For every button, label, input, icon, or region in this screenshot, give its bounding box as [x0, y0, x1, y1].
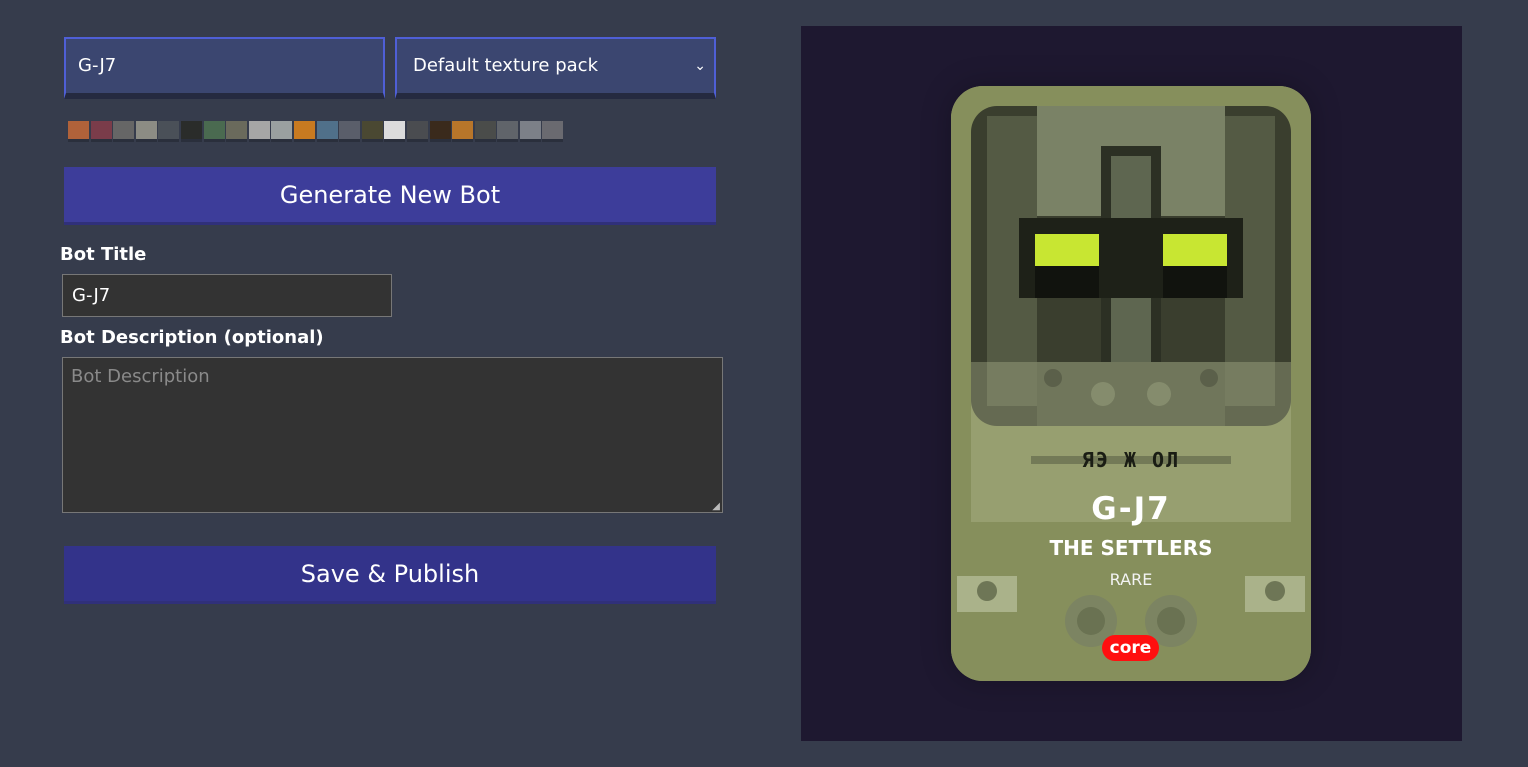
bot-card: ЯЭ Ж ОЛ G-J7 THE SETTLERS RARE core: [951, 86, 1311, 681]
card-bot-name: G-J7: [1091, 491, 1171, 527]
texture-swatch[interactable]: [158, 121, 180, 142]
texture-swatches: [68, 121, 565, 145]
texture-swatch[interactable]: [316, 121, 338, 142]
texture-swatch[interactable]: [226, 121, 248, 142]
card-core-badge: core: [1102, 635, 1159, 661]
texture-pack-selected: Default texture pack: [413, 55, 599, 76]
card-rarity: RARE: [1109, 570, 1153, 589]
texture-swatch[interactable]: [248, 121, 270, 142]
card-faction: THE SETTLERS: [1049, 536, 1213, 560]
editor-panel: G-J7 Default texture pack ⌄ Generate New…: [0, 0, 760, 767]
texture-pack-select[interactable]: Default texture pack ⌄: [395, 37, 716, 99]
bot-name-input[interactable]: G-J7: [64, 37, 385, 99]
bot-card-artwork: [951, 86, 1311, 681]
texture-swatch[interactable]: [429, 121, 451, 142]
texture-swatch[interactable]: [203, 121, 225, 142]
bot-title-label: Bot Title: [60, 244, 147, 265]
resize-handle-icon[interactable]: ◢: [712, 501, 720, 512]
texture-swatch[interactable]: [497, 121, 519, 142]
texture-swatch[interactable]: [542, 121, 564, 142]
texture-swatch[interactable]: [384, 121, 406, 142]
bot-title-input[interactable]: G-J7: [62, 274, 392, 317]
chevron-down-icon: ⌄: [694, 58, 706, 74]
texture-swatch[interactable]: [339, 121, 361, 142]
texture-swatch[interactable]: [135, 121, 157, 142]
texture-swatch[interactable]: [474, 121, 496, 142]
texture-swatch[interactable]: [271, 121, 293, 142]
texture-swatch[interactable]: [180, 121, 202, 142]
bot-preview-panel: ЯЭ Ж ОЛ G-J7 THE SETTLERS RARE core: [801, 26, 1462, 741]
bot-description-placeholder: Bot Description: [71, 366, 210, 387]
texture-swatch[interactable]: [113, 121, 135, 142]
texture-swatch[interactable]: [519, 121, 541, 142]
save-publish-button[interactable]: Save & Publish: [64, 546, 716, 604]
bot-description-label: Bot Description (optional): [60, 327, 324, 348]
texture-swatch[interactable]: [361, 121, 383, 142]
generate-new-bot-button[interactable]: Generate New Bot: [64, 167, 716, 225]
texture-swatch[interactable]: [68, 121, 89, 142]
bot-description-textarea[interactable]: Bot Description ◢: [62, 357, 723, 513]
texture-swatch[interactable]: [293, 121, 315, 142]
texture-swatch[interactable]: [406, 121, 428, 142]
card-glyph-code: ЯЭ Ж ОЛ: [1081, 448, 1181, 472]
texture-swatch[interactable]: [452, 121, 474, 142]
texture-swatch[interactable]: [90, 121, 112, 142]
